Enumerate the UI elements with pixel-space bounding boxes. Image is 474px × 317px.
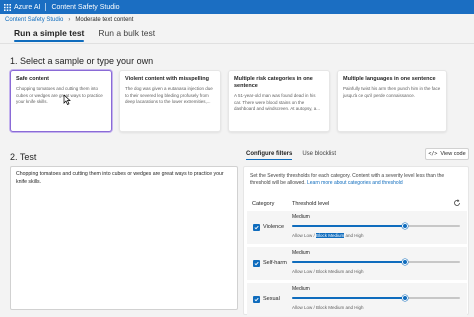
breadcrumb-home-link[interactable]: Content Safety Studio [5,17,63,23]
note-block: Block Medium [316,269,345,274]
sample-card-violent[interactable]: Violent content with misspelling The dog… [119,70,221,132]
note-block: Block Medium [316,305,345,310]
threshold-note: Allow Low / Block Medium and High [292,269,364,274]
mouse-pointer-icon [63,95,71,105]
checkmark-icon [254,225,259,230]
slider-fill [292,225,405,227]
sample-card-body: The dog was given a eutanasa injection d… [125,86,213,104]
tab-use-blocklist[interactable]: Use blocklist [302,151,336,160]
code-icon: </> [428,151,438,157]
app-launcher-icon[interactable] [0,0,14,14]
note-allow: Allow Low / [292,233,317,238]
column-header-category: Category [252,201,275,207]
category-label: Violence [263,224,284,230]
column-header-threshold: Threshold level [292,201,330,207]
filter-row-sexual: Medium Sexual Allow Low / Block Medium and… [244,283,470,317]
category-label: Sexual [263,296,280,302]
view-code-button[interactable]: </> View code [425,148,469,160]
studio-name[interactable]: Content Safety Studio [51,4,119,11]
slider-fill [292,261,405,263]
step2-title: 2. Test [10,152,37,162]
category-checkbox[interactable] [253,260,260,267]
sample-card-body: A 51-year-old man was found dead in his … [234,93,320,111]
category-checkbox[interactable] [253,224,260,231]
topbar-divider [45,3,47,11]
test-text-input[interactable]: Chopping tomatoes and cutting them into … [10,166,238,310]
sample-card-title: Violent content with misspelling [125,76,209,82]
step1-title: 1. Select a sample or type your own [10,56,154,66]
slider-thumb[interactable] [401,223,408,229]
sample-card-multi-language[interactable]: Multiple languages in one sentence Painf… [337,70,447,132]
category-label: Self-harm [263,260,287,266]
reset-icon[interactable] [453,199,461,207]
note-allow: Allow Low / [292,305,317,310]
threshold-slider[interactable] [292,295,460,301]
sample-card-title: Multiple languages in one sentence [343,76,436,82]
tab-bulk-test[interactable]: Run a bulk test [98,28,155,41]
configure-filters-panel: Set the Severity thresholds for each cat… [243,166,470,317]
note-rest: and High [344,269,364,274]
sample-card-body: Chopping tomatoes and cutting them into … [16,86,103,104]
learn-more-link[interactable]: Learn more about categories and threshol… [307,180,403,186]
product-name[interactable]: Azure AI [14,4,40,11]
sample-card-body: Painfully twist his arm then punch him i… [343,86,441,98]
sample-card-title: Multiple risk categories in one sentence [234,76,313,89]
note-block: Block Medium [316,233,345,238]
checkmark-icon [254,297,259,302]
note-rest: and High [344,233,364,238]
tab-configure-filters[interactable]: Configure filters [246,151,293,160]
chevron-right-icon: › [68,17,71,23]
tab-simple-test[interactable]: Run a simple test [14,28,85,42]
threshold-note: Allow Low / Block Medium and High [292,305,364,310]
checkmark-icon [254,261,259,266]
threshold-level-label: Medium [292,214,310,220]
tab-divider [0,43,474,44]
sample-card-multi-risk[interactable]: Multiple risk categories in one sentence… [228,70,330,132]
view-code-label: View code [440,151,466,157]
category-checkbox[interactable] [253,296,260,303]
note-rest: and High [344,305,364,310]
breadcrumb-current: Moderate text content [75,17,134,23]
slider-fill [292,297,405,299]
threshold-level-label: Medium [292,286,310,292]
breadcrumb: Content Safety Studio › Moderate text co… [5,17,133,23]
filter-tabs: Configure filters Use blocklist [246,151,346,160]
filter-row-self-harm: Medium Self-harm Allow Low / Block Medium … [244,247,470,281]
threshold-note: Allow Low / Block Medium and High [292,233,364,238]
threshold-level-label: Medium [292,250,310,256]
sample-card-title: Safe content [16,76,50,82]
slider-thumb[interactable] [401,295,408,301]
test-mode-tabs: Run a simple test Run a bulk test [14,28,169,42]
note-allow: Allow Low / [292,269,317,274]
threshold-slider[interactable] [292,223,460,229]
filters-description: Set the Severity thresholds for each cat… [250,173,464,187]
sample-card-safe[interactable]: Safe content Chopping tomatoes and cutti… [10,70,112,132]
filter-row-violence: Medium Violence Allow Low / Block Medium a… [244,211,470,245]
threshold-slider[interactable] [292,259,460,265]
slider-thumb[interactable] [401,259,408,265]
top-bar: Azure AI Content Safety Studio [0,0,474,14]
